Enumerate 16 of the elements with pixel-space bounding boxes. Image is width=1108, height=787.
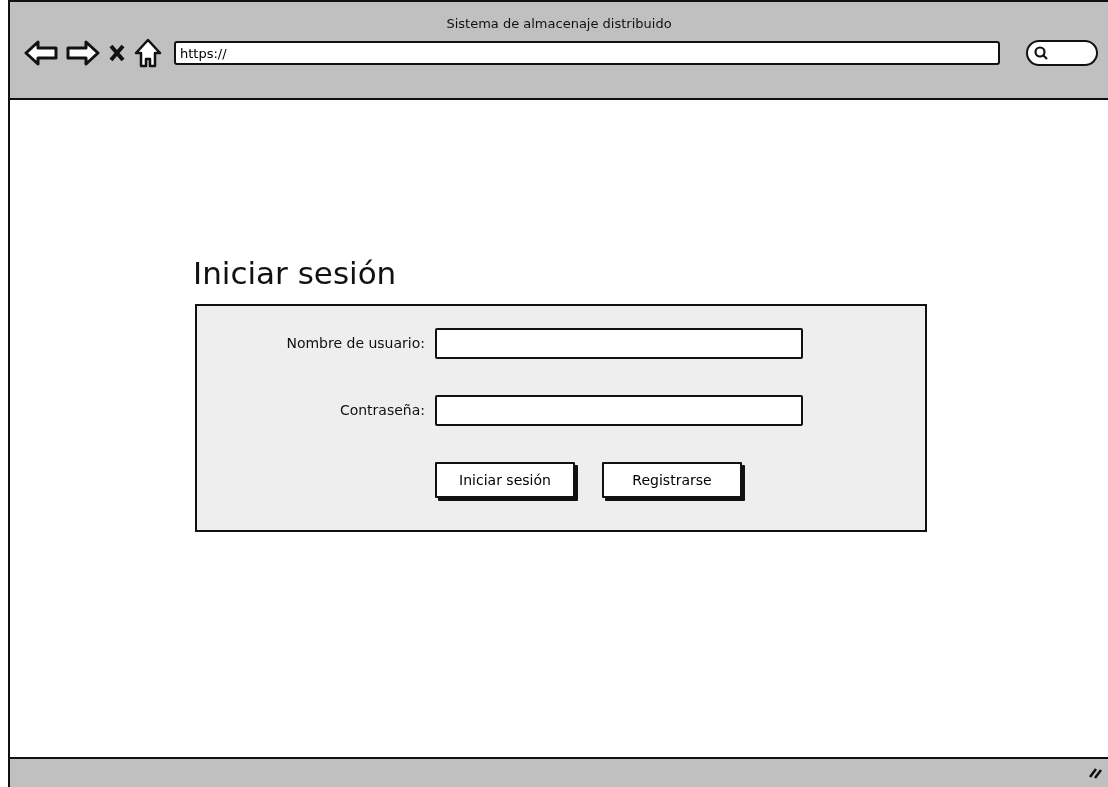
resize-grip-icon[interactable]	[1088, 767, 1102, 779]
forward-icon[interactable]	[66, 39, 100, 67]
back-icon[interactable]	[24, 39, 58, 67]
search-field[interactable]	[1026, 40, 1098, 66]
close-icon[interactable]	[108, 43, 126, 63]
login-button[interactable]: Iniciar sesión	[435, 462, 575, 499]
home-icon[interactable]	[134, 38, 162, 68]
search-icon	[1034, 46, 1048, 60]
address-field[interactable]: https://	[174, 41, 1000, 65]
page-heading: Iniciar sesión	[193, 255, 398, 293]
window-title: Sistema de almacenaje distribuido	[445, 15, 673, 33]
field-label: Contraseña:	[338, 401, 426, 421]
field-label: Nombre de usuario:	[285, 334, 426, 354]
register-button[interactable]: Registrarse	[602, 462, 742, 499]
username-field[interactable]	[435, 328, 803, 360]
password-field[interactable]	[435, 395, 803, 427]
